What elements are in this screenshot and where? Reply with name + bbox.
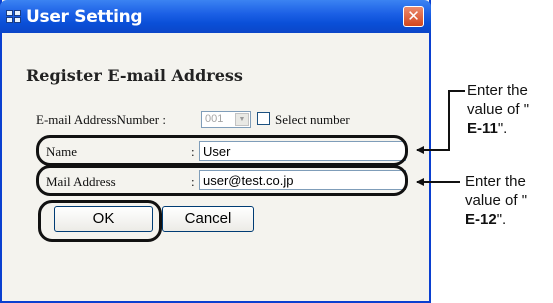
arrow-to-name-row	[416, 90, 465, 154]
annotation-arrows	[416, 90, 465, 186]
annotation-e12: Enter the value of " E-12".	[465, 173, 528, 228]
annotation-e11: Enter the value of " E-11".	[467, 82, 530, 137]
